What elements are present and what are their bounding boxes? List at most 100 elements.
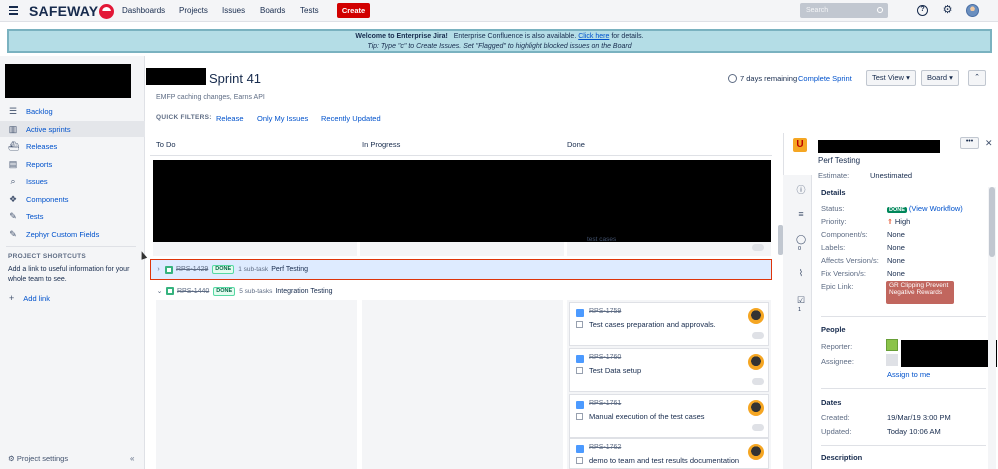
logo-text: SAFEWAY — [29, 3, 99, 19]
sidebar-item-backlog[interactable]: ☰ Backlog — [0, 103, 145, 119]
project-avatar-redacted — [5, 64, 131, 98]
banner-click-here-link[interactable]: Click here — [578, 33, 609, 40]
detail-nav-rail — [783, 175, 812, 469]
card-rps-1761[interactable]: RPS-1761 Manual execution of the test ca… — [569, 394, 769, 438]
expand-header-icon[interactable]: ⌃ — [968, 70, 986, 86]
project-settings-link[interactable]: ⚙ Project settings — [8, 454, 68, 463]
scrollbar-thumb[interactable] — [989, 187, 995, 257]
attachment-icon[interactable]: ⌇ — [796, 268, 806, 279]
card-key[interactable]: RPS-1759 — [589, 308, 621, 315]
issue-key[interactable]: RPS-1440 — [177, 288, 209, 295]
card-key[interactable]: RPS-1762 — [589, 444, 621, 451]
user-avatar[interactable] — [966, 4, 979, 17]
nav-projects[interactable]: Projects — [179, 6, 208, 15]
issue-key[interactable]: RPS-1429 — [176, 266, 208, 273]
story-icon — [165, 265, 173, 274]
swimlane-rps-1429[interactable]: › RPS-1429 DONE 1 sub-task Perf Testing — [150, 259, 772, 280]
subtasks-icon[interactable]: ☑ — [796, 295, 806, 306]
gear-icon[interactable]: ⚙ — [942, 5, 953, 16]
project-icon: U — [793, 138, 807, 152]
banner-confluence-text: Enterprise Confluence is also available. — [453, 33, 577, 40]
dates-heading: Dates — [821, 398, 842, 407]
status-badge: DONE — [212, 265, 235, 274]
clock-icon — [728, 74, 737, 83]
comments-count: 0 — [798, 246, 802, 252]
section-divider — [821, 316, 986, 317]
more-options-button[interactable]: ••• — [960, 137, 979, 149]
people-heading: People — [821, 325, 846, 334]
assign-to-me-link[interactable]: Assign to me — [887, 370, 930, 379]
chevron-down-icon: ▾ — [949, 73, 953, 82]
card-toggle[interactable] — [752, 244, 764, 251]
assignee-avatar — [748, 444, 764, 460]
card-rps-1760[interactable]: RPS-1760 Test Data setup — [569, 348, 769, 392]
banner-title: Welcome to Enterprise Jira! — [355, 33, 448, 40]
story-icon — [166, 287, 174, 295]
fix-versions-label: Fix Version/s: — [821, 269, 867, 278]
epic-link-label: Epic Link: — [821, 282, 854, 291]
test-view-dropdown[interactable]: Test View ▾ — [866, 70, 916, 86]
board-dropdown[interactable]: Board ▾ — [921, 70, 959, 86]
sidebar-item-reports[interactable]: ▤ Reports — [0, 156, 145, 172]
quick-filter-only-my-issues[interactable]: Only My Issues — [257, 114, 308, 123]
card-toggle[interactable] — [752, 378, 764, 385]
info-icon[interactable]: ⓘ — [796, 183, 806, 196]
card-summary: Test Data setup — [589, 366, 642, 375]
sidebar-item-tests[interactable]: ✎ Tests — [0, 208, 145, 224]
active-sprints-icon: ▥ — [8, 124, 18, 134]
epic-link-badge[interactable]: GR Clipping Prevent Negative Rewards — [886, 281, 954, 304]
checkbox-icon — [576, 321, 583, 328]
subtask-icon — [576, 445, 584, 453]
nav-issues[interactable]: Issues — [222, 6, 245, 15]
card-rps-1759[interactable]: RPS-1759 Test cases preparation and appr… — [569, 302, 769, 346]
priority-text: High — [894, 217, 911, 226]
column-header-done: Done — [567, 140, 585, 149]
create-button[interactable]: Create — [337, 3, 370, 18]
section-divider — [821, 445, 986, 446]
card-rps-1762[interactable]: RPS-1762 demo to team and test results d… — [569, 438, 769, 469]
sidebar-item-active-sprints[interactable]: ▥ Active sprints — [0, 121, 145, 137]
test-view-label: Test View — [872, 73, 904, 82]
chevron-down-icon[interactable]: ⌄ — [155, 287, 164, 295]
comments-icon[interactable]: ◯ — [796, 234, 806, 245]
sidebar-item-issues[interactable]: ⌕ Issues — [0, 173, 145, 189]
column-in-progress-area — [360, 242, 564, 256]
board-label: Board — [927, 73, 948, 82]
sidebar-item-label: Releases — [26, 141, 58, 151]
sidebar-item-releases[interactable]: ⛴ Releases — [0, 138, 145, 154]
sidebar-item-components[interactable]: ❖ Components — [0, 191, 145, 207]
assignee-avatar — [748, 308, 764, 324]
card-summary: demo to team and test results documentat… — [589, 456, 740, 465]
banner-link-suffix: for details. — [611, 33, 644, 40]
swimlane-rps-1440[interactable]: ⌄ RPS-1440 DONE 5 sub-tasks Integration … — [150, 283, 772, 299]
close-icon[interactable]: ✕ — [985, 138, 993, 149]
sidebar-item-zephyr-custom-fields[interactable]: ✎ Zephyr Custom Fields — [0, 226, 145, 242]
view-workflow-link[interactable]: (View Workflow) — [909, 204, 963, 213]
swimlane-summary: Integration Testing — [275, 287, 333, 295]
card-toggle[interactable] — [752, 332, 764, 339]
column-header-in-progress: In Progress — [362, 140, 401, 149]
search-input[interactable]: Search — [800, 3, 888, 18]
detail-scrollbar[interactable] — [988, 187, 996, 469]
quick-filter-recently-updated[interactable]: Recently Updated — [321, 114, 381, 123]
chevron-right-icon[interactable]: › — [154, 266, 163, 273]
safeway-logo[interactable]: SAFEWAY — [29, 3, 115, 19]
menu-icon[interactable] — [9, 6, 18, 15]
issues-icon: ⌕ — [10, 176, 16, 186]
card-key[interactable]: RPS-1761 — [589, 400, 621, 407]
nav-dashboards[interactable]: Dashboards — [122, 6, 165, 15]
card-toggle[interactable] — [752, 424, 764, 431]
nav-boards[interactable]: Boards — [260, 6, 285, 15]
nav-tests[interactable]: Tests — [300, 6, 319, 15]
description-icon[interactable]: ≡ — [796, 209, 806, 219]
collapse-sidebar-icon[interactable]: « — [130, 454, 134, 463]
complete-sprint-link[interactable]: Complete Sprint — [798, 74, 852, 83]
top-nav: SAFEWAY Dashboards Projects Issues Board… — [0, 0, 998, 22]
help-icon[interactable]: ? — [917, 5, 928, 16]
card-key[interactable]: RPS-1760 — [589, 354, 621, 361]
status-label: Status: — [821, 204, 845, 213]
assignee-avatar — [886, 354, 898, 366]
quick-filter-release[interactable]: Release — [216, 114, 244, 123]
add-link-button[interactable]: + Add link — [9, 293, 50, 303]
project-settings-label: Project settings — [16, 454, 69, 463]
